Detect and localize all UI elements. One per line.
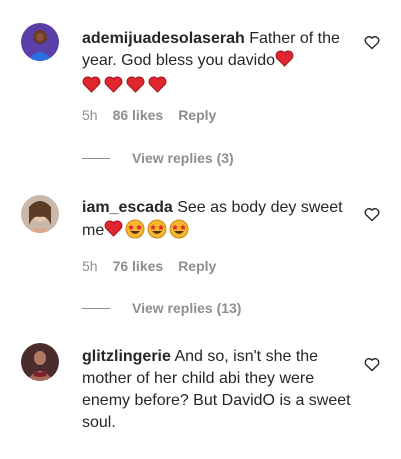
reply-button[interactable]: Reply — [178, 107, 216, 123]
view-replies-button[interactable]: View replies (3) — [82, 150, 234, 166]
view-replies-label: View replies (13) — [132, 300, 242, 316]
reply-button[interactable]: Reply — [178, 258, 216, 274]
comment-meta: 5h 86 likes Reply — [82, 107, 216, 123]
heart-emoji — [275, 50, 294, 67]
view-replies-label: View replies (3) — [132, 150, 234, 166]
heart-outline-icon[interactable] — [364, 207, 380, 222]
heart-emoji — [126, 76, 145, 93]
comment-body: glitzlingerie And so, isn't she the moth… — [82, 346, 357, 434]
avatar[interactable] — [21, 195, 59, 233]
replies-divider — [82, 157, 110, 159]
heart-emoji — [148, 76, 167, 93]
star-struck-emoji — [147, 219, 167, 239]
likes-count[interactable]: 86 likes — [113, 107, 164, 123]
heart-emoji — [104, 220, 123, 237]
emoji-row — [82, 76, 167, 93]
star-struck-emoji — [125, 219, 145, 239]
likes-count[interactable]: 76 likes — [113, 258, 164, 274]
view-replies-button[interactable]: View replies (13) — [82, 300, 241, 316]
timestamp[interactable]: 5h — [82, 107, 98, 123]
heart-outline-icon[interactable] — [364, 357, 380, 372]
comment-meta: 5h 76 likes Reply — [82, 258, 216, 274]
heart-emoji — [104, 76, 123, 93]
replies-divider — [82, 307, 110, 309]
star-struck-emoji — [169, 219, 189, 239]
comment-body: iam_escada See as body dey sweet me — [82, 197, 357, 242]
username[interactable]: iam_escada — [82, 199, 173, 216]
heart-emoji — [82, 76, 101, 93]
username[interactable]: ademijuadesolaserah — [82, 30, 245, 47]
avatar[interactable] — [21, 23, 59, 61]
username[interactable]: glitzlingerie — [82, 348, 171, 365]
comment-body: ademijuadesolaserah Father of the year. … — [82, 28, 357, 94]
heart-outline-icon[interactable] — [364, 35, 380, 50]
timestamp[interactable]: 5h — [82, 258, 98, 274]
avatar[interactable] — [21, 343, 59, 381]
